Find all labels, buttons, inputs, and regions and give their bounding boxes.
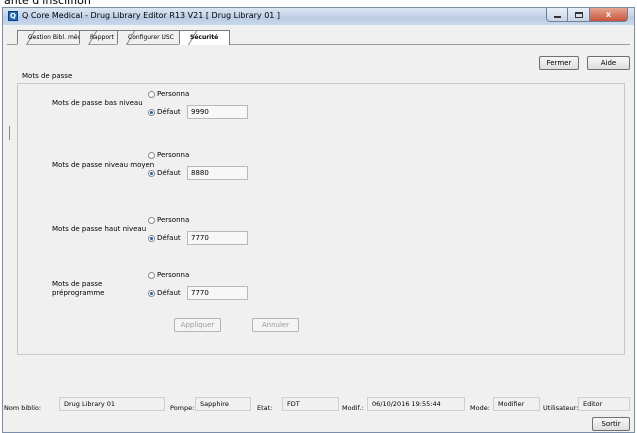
medium-level-password-label: Mots de passe niveau moyen	[52, 161, 155, 169]
custom-radio-medium[interactable]	[148, 152, 155, 159]
close-window-button[interactable]: Fermer	[539, 56, 579, 70]
mode-label: Mode:	[470, 404, 490, 412]
default-radio-medium[interactable]	[148, 170, 155, 177]
splitter-handle[interactable]	[9, 126, 10, 140]
tab-report[interactable]: Rapport	[79, 30, 121, 44]
tab-label: Configurer USC	[128, 34, 174, 41]
state-value: FDT	[282, 397, 339, 411]
pump-label: Pompe:	[170, 404, 195, 412]
library-name-value: Drug Library 01	[59, 397, 165, 411]
custom-radio-low[interactable]	[148, 91, 155, 98]
cancel-button[interactable]: Annuler	[252, 318, 299, 332]
low-level-password-label: Mots de passe bas niveau	[52, 99, 143, 107]
tab-security[interactable]: Sécurité	[179, 30, 230, 45]
password-group-title: Mots de passe	[19, 72, 76, 80]
mode-value: Modifier	[493, 397, 540, 411]
exit-button[interactable]: Sortir	[592, 417, 630, 431]
modified-value: 06/10/2016 19:55:44	[367, 397, 465, 411]
maximize-icon	[574, 11, 583, 18]
user-label: Utilisateur:	[543, 404, 579, 412]
low-level-password-field[interactable]: 9990	[187, 105, 248, 119]
custom-radio-preprogram[interactable]	[148, 272, 155, 279]
preprogram-password-label-line1: Mots de passe	[52, 280, 103, 288]
tab-label: Rapport	[90, 34, 114, 41]
custom-radio-label: Personna	[157, 90, 190, 98]
minimize-button[interactable]	[546, 8, 568, 22]
custom-radio-label: Personna	[157, 271, 190, 279]
default-radio-label: Défaut	[157, 234, 181, 242]
preprogram-password-label-line2: préprogramme	[52, 289, 105, 297]
default-radio-preprogram[interactable]	[148, 290, 155, 297]
title-bar[interactable]: Q Q Core Medical - Drug Library Editor R…	[3, 8, 634, 25]
tab-divider	[7, 44, 630, 45]
help-button[interactable]: Aide	[587, 56, 630, 70]
state-label: Etat:	[257, 404, 273, 412]
app-window: Q Q Core Medical - Drug Library Editor R…	[2, 7, 635, 433]
app-icon: Q	[8, 11, 18, 21]
tab-configure-usc[interactable]: Configurer USC	[117, 30, 184, 44]
custom-radio-label: Personna	[157, 151, 190, 159]
custom-radio-high[interactable]	[148, 217, 155, 224]
cropped-caption-text: ante d'inscilfion	[0, 0, 637, 7]
default-radio-label: Défaut	[157, 289, 181, 297]
default-radio-high[interactable]	[148, 235, 155, 242]
window-controls: x	[546, 8, 628, 23]
default-radio-low[interactable]	[148, 109, 155, 116]
pump-value: Sapphire	[195, 397, 251, 411]
status-bar: Nom biblio: Drug Library 01 Pompe: Sapph…	[3, 395, 634, 415]
modified-label: Modif.:	[342, 404, 364, 412]
default-radio-label: Défaut	[157, 108, 181, 116]
library-name-label: Nom biblio:	[4, 404, 42, 412]
preprogram-password-field[interactable]: 7770	[187, 286, 248, 300]
default-radio-label: Défaut	[157, 169, 181, 177]
high-level-password-label: Mots de passe haut niveau	[52, 225, 147, 233]
maximize-button[interactable]	[568, 8, 590, 22]
password-group-box	[17, 83, 625, 355]
apply-button[interactable]: Appliquer	[174, 318, 221, 332]
close-icon: x	[605, 10, 612, 19]
tab-drug-library-management[interactable]: Gestion Bibl. médic.	[17, 30, 88, 44]
close-button[interactable]: x	[590, 8, 628, 22]
window-title: Q Core Medical - Drug Library Editor R13…	[22, 11, 281, 20]
high-level-password-field[interactable]: 7770	[187, 231, 248, 245]
minimize-icon	[553, 15, 561, 18]
user-value: Editor	[578, 397, 630, 411]
custom-radio-label: Personna	[157, 216, 190, 224]
medium-level-password-field[interactable]: 8880	[187, 166, 248, 180]
tab-label: Sécurité	[190, 34, 219, 41]
